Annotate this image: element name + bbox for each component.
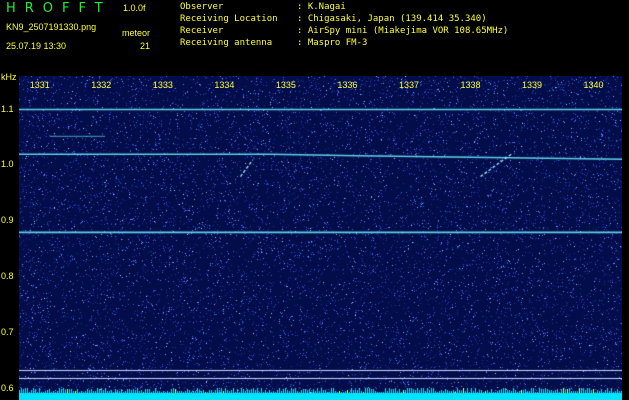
x-tick-label: 1340 <box>583 80 604 90</box>
info-value: : Maspro FM-3 <box>297 38 368 48</box>
info-value: : K.Nagai <box>297 2 346 12</box>
info-key: Receiving antenna <box>180 38 273 48</box>
info-value: : Chigasaki, Japan (139.414 35.340) <box>297 14 487 24</box>
spectrogram-plot[interactable] <box>19 76 622 400</box>
info-key: Receiving Location <box>180 14 278 24</box>
info-row-antenna: Receiving antenna : Maspro FM-3 <box>180 38 367 50</box>
info-row-observer: Observer : K.Nagai <box>180 2 346 14</box>
info-row-location: Receiving Location : Chigasaki, Japan (13… <box>180 14 487 26</box>
x-tick-label: 1332 <box>91 80 112 90</box>
info-value: : AirSpy mini (Miakejima VOR 108.65MHz) <box>297 26 509 36</box>
y-tick-label: 0.8 <box>1 271 14 282</box>
x-tick-label: 1335 <box>275 80 296 90</box>
x-tick-label: 1338 <box>460 80 481 90</box>
hrofft-window: HROFFT 1.0.0f KN9_2507191330.png 25.07.1… <box>0 0 629 400</box>
x-tick-label: 1333 <box>152 80 173 90</box>
file-name: KN9_2507191330.png <box>6 22 97 32</box>
meteor-label: meteor <box>122 28 151 38</box>
y-axis-unit-label: kHz <box>1 72 17 82</box>
info-key: Observer <box>180 2 224 12</box>
plot-right-border <box>622 76 629 400</box>
x-tick-label: 1336 <box>337 80 358 90</box>
y-tick-label: 0.9 <box>1 215 14 226</box>
x-tick-label: 1339 <box>522 80 543 90</box>
meteor-count: 21 <box>140 41 151 51</box>
info-key: Receiver <box>180 26 224 36</box>
header-panel: HROFFT 1.0.0f KN9_2507191330.png 25.07.1… <box>0 0 629 76</box>
y-tick-label: 1.1 <box>1 103 14 114</box>
x-tick-label: 1331 <box>29 80 50 90</box>
y-tick-label: 1.0 <box>1 159 14 170</box>
file-timestamp: 25.07.19 13:30 <box>6 41 67 51</box>
info-row-receiver: Receiver : AirSpy mini (Miakejima VOR 108… <box>180 26 508 38</box>
x-tick-label: 1334 <box>214 80 235 90</box>
spectrogram-canvas[interactable] <box>19 76 622 400</box>
y-tick-label: 0.6 <box>1 382 14 393</box>
app-version: 1.0.0f <box>123 3 146 13</box>
x-tick-label: 1337 <box>398 80 419 90</box>
y-tick-label: 0.7 <box>1 326 14 337</box>
app-title: HROFFT <box>6 1 112 16</box>
